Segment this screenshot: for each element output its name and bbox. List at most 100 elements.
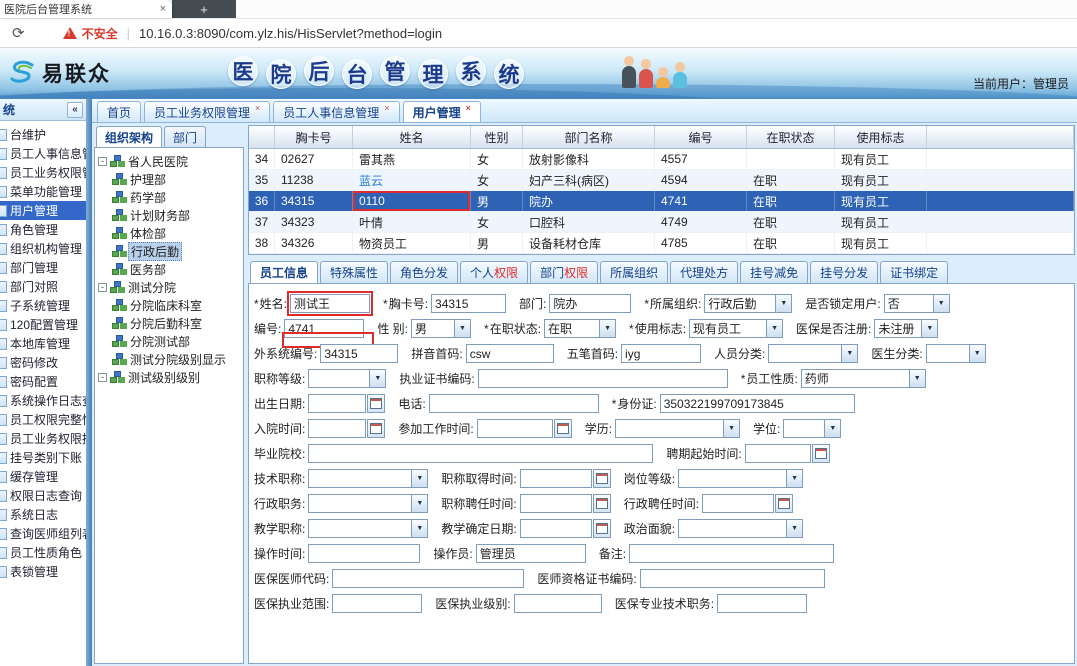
sidebar-item[interactable]: 角色管理 [0,220,86,239]
expander-icon[interactable]: - [98,372,107,382]
sidebar-item[interactable]: 用户管理 [0,201,86,220]
new-tab-button[interactable]: + [193,2,215,17]
tree-node[interactable]: 医务部 [95,260,243,278]
select-renyuanfenlei[interactable]: ▼ [768,344,859,363]
sidebar-item[interactable]: 菜单功能管理 [0,182,86,201]
column-header[interactable]: 在职状态 [747,126,835,148]
close-icon[interactable]: × [384,103,389,113]
tree-node[interactable]: 分院临床科室 [95,296,243,314]
sidebar-item[interactable]: 挂号类别下账 [0,448,86,467]
column-header[interactable]: 部门名称 [523,126,655,148]
table-row[interactable]: 37 34323 叶倩女口腔科 4749 在职 现有员工 [249,212,1074,233]
sidebar-item[interactable]: 系统操作日志查 [0,391,86,410]
table-row[interactable]: 35 11238 蓝云女妇产三科(病区) 4594 在职 现有员工 [249,170,1074,191]
sidebar-item[interactable]: 查询医师组列表 [0,524,86,543]
page-tab[interactable]: 首页 [97,101,142,122]
detail-tab[interactable]: 特殊属性 [320,261,389,283]
input-biyeyuanxiao[interactable] [308,444,654,463]
tree-node[interactable]: - 省人民医院 [95,152,243,170]
page-tab[interactable]: 员工人事信息管理 × [273,101,400,122]
sidebar-item[interactable]: 员工人事信息管 [0,144,86,163]
input-shenfenzheng[interactable]: 350322199709173845 [659,394,855,413]
input-waixitongbianhao[interactable]: 34315 [320,344,399,363]
calendar-icon[interactable] [592,519,611,538]
date-input-pinqiqishishijian[interactable] [744,444,811,463]
column-header[interactable]: 使用标志 [835,126,927,148]
input-beizhu[interactable] [629,544,835,563]
select-xingzhengzhiwu[interactable]: ▼ [308,494,429,513]
input-pinyinshouma[interactable]: csw [465,344,554,363]
select-zhengzhimianmao[interactable]: ▼ [678,519,804,538]
select-yuangongxingzhi[interactable]: 药师 ▼ [800,369,926,388]
input-bumen[interactable]: 院办 [549,294,632,313]
sidebar-item[interactable]: 员工业务权限管 [0,163,86,182]
input-yibaoyishidaima[interactable] [332,569,525,588]
expander-icon[interactable]: - [98,282,107,292]
tree-tab[interactable]: 部门 [164,126,207,147]
date-input-zhichengqudeshijian[interactable] [519,469,592,488]
input-wubishouma[interactable]: iyg [621,344,702,363]
detail-tab[interactable]: 个人 权限 [460,261,529,283]
input-yishizigezhengshubianma[interactable] [639,569,825,588]
sidebar-item[interactable]: 员工性质角色 [0,543,86,562]
select-xuewei[interactable]: ▼ [783,419,842,438]
tree-node[interactable]: - 测试级别级别 [95,368,243,386]
select-shiyongbiaozhi[interactable]: 现有员工 ▼ [689,319,784,338]
select-zaizhizhuangtai[interactable]: 在职 ▼ [544,319,617,338]
date-input-xingzhengpinrenshijian[interactable] [702,494,775,513]
sidebar-item[interactable]: 子系统管理 [0,296,86,315]
detail-tab[interactable]: 挂号减免 [740,261,809,283]
date-input-zhichengpinrenshijian[interactable] [519,494,592,513]
input-caozuoshijian[interactable] [308,544,421,563]
sidebar-item[interactable]: 员工权限完整性 [0,410,86,429]
detail-tab[interactable]: 证书绑定 [880,261,949,283]
detail-tab[interactable]: 所属组织 [600,261,669,283]
tree-node[interactable]: 行政后勤 [95,241,243,261]
tree-tab[interactable]: 组织架构 [96,126,163,147]
close-icon[interactable]: × [255,103,260,113]
sidebar-item[interactable]: 120配置管理 [0,315,86,334]
calendar-icon[interactable] [592,469,611,488]
input-zhiyezhengshubianma[interactable] [477,369,728,388]
select-shifousuoding[interactable]: 否 ▼ [883,294,950,313]
calendar-icon[interactable] [367,394,386,413]
sidebar-item[interactable]: 密码修改 [0,353,86,372]
select-jiaoxuezhicheng[interactable]: ▼ [308,519,429,538]
date-input-ruyuanshijian[interactable] [308,419,367,438]
column-header[interactable]: 胸卡号 [275,126,353,148]
select-jishuzhicheng[interactable]: ▼ [308,469,429,488]
input-yibaozhiyejibie[interactable] [513,594,602,613]
detail-tab[interactable]: 员工信息 [250,261,319,283]
tree-node[interactable]: 测试分院级别显示 [95,350,243,368]
sidebar-item[interactable]: 密码配置 [0,372,86,391]
table-row[interactable]: 36 34315 0110 男院办 4741 在职 现有员工 [249,191,1074,212]
column-header[interactable]: 性别 [471,126,523,148]
input-dianhua[interactable] [428,394,599,413]
tree-node[interactable]: - 测试分院 [95,278,243,296]
collapse-sidebar-button[interactable]: « [67,101,83,118]
tree-node[interactable]: 分院测试部 [95,332,243,350]
detail-tab[interactable]: 代理处方 [670,261,739,283]
calendar-icon[interactable] [367,419,386,438]
browser-tab[interactable]: 医院后台管理系统 × [0,0,172,18]
column-header[interactable] [249,126,275,148]
column-header[interactable]: 姓名 [353,126,471,148]
date-input-chushengriqi[interactable] [308,394,367,413]
security-warning-chip[interactable]: 不安全 [62,25,118,42]
calendar-icon[interactable] [592,494,611,513]
url-text[interactable]: 10.16.0.3:8090/com.ylz.his/HisServlet?me… [139,26,442,41]
select-suoshuzuzhi[interactable]: 行政后勤 ▼ [704,294,793,313]
input-caozuoyuan[interactable]: 管理员 [475,544,586,563]
detail-tab[interactable]: 部门 权限 [530,261,599,283]
tree-node[interactable]: 体检部 [95,224,243,242]
sidebar-item[interactable]: 台维护 [0,125,86,144]
select-yishengfenlei[interactable]: ▼ [925,344,986,363]
select-yibaoshifouzhuce[interactable]: 未注册 ▼ [874,319,939,338]
refresh-icon[interactable]: ⟳ [12,24,25,42]
input-yibaozhuanyejishuzhiwu[interactable] [717,594,808,613]
select-zhichengdengji[interactable]: ▼ [308,369,387,388]
close-icon[interactable]: × [466,103,471,113]
tree-node[interactable]: 药学部 [95,188,243,206]
sidebar-item[interactable]: 部门对照 [0,277,86,296]
sidebar-item[interactable]: 员工业务权限授 [0,429,86,448]
